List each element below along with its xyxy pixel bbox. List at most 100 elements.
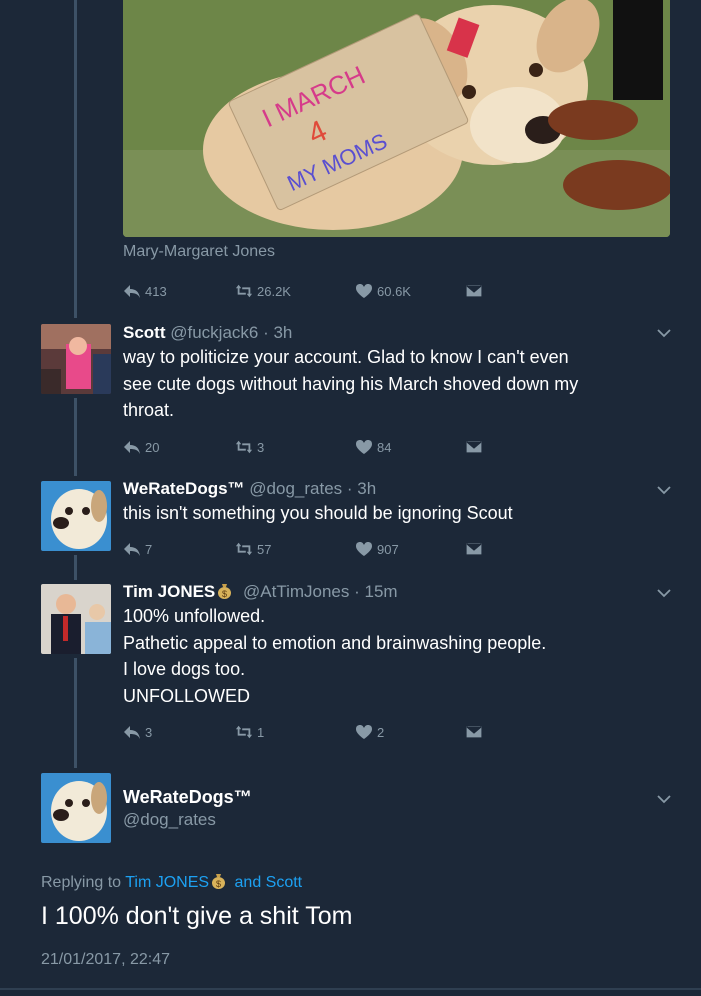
dm-icon [465,542,483,556]
author-handle[interactable]: @fuckjack6 [170,323,258,342]
chevron-down-icon[interactable] [657,588,671,598]
tweet-text: way to politicize your account. Glad to … [123,344,661,424]
dm-icon [465,440,483,454]
avatar-scott[interactable] [41,324,111,394]
replying-user-link[interactable]: Tim JONES [125,874,209,891]
avatar-image [41,481,111,551]
like-button[interactable]: 907 [355,541,399,557]
reply-count: 3 [145,724,153,740]
tweet-line: UNFOLLOWED [123,685,251,706]
retweet-button[interactable]: 26.2K [235,283,291,299]
tweet-line: see cute dogs without having his March s… [123,373,579,394]
dm-button[interactable] [465,439,483,455]
tweet-text: this isn't something you should be ignor… [123,500,661,527]
retweet-button[interactable]: 1 [235,724,264,740]
tweet-line: this isn't something you should be ignor… [123,503,513,523]
tweet-line: way to politicize your account. Glad to … [123,347,569,367]
tweet-line: Pathetic appeal to emotion and brainwash… [123,632,547,653]
retweet-icon [235,440,253,454]
author-name[interactable]: WeRateDogs™ [123,785,661,809]
thread-line-mid1 [74,398,77,476]
reply-button[interactable]: 20 [123,439,159,455]
avatar-weratedogs[interactable] [41,481,111,551]
like-count: 2 [377,724,385,740]
author-name[interactable]: WeRateDogs™ [123,479,245,498]
thread-line-mid3 [74,658,77,768]
avatar-image [41,773,111,843]
avatar-image [41,584,111,654]
money-bag-icon: $ [218,584,232,599]
tweet-line: I love dogs too. [123,659,246,679]
money-bag-icon: $ [212,874,226,889]
tweet-line: throat. [123,400,175,420]
dm-icon [465,284,483,298]
tweet-weratedogs: WeRateDogs™ @dog_rates · 3h this isn't s… [123,478,661,527]
dm-button[interactable] [465,541,483,557]
thread-line-top [74,0,77,318]
like-button[interactable]: 60.6K [355,283,411,299]
reply-icon [124,726,140,739]
chevron-down-icon[interactable] [657,485,671,495]
retweet-count: 3 [257,439,265,455]
author-name[interactable]: Scott [123,323,166,342]
reply-icon [124,543,140,556]
dog-photo-illustration: I MARCH 4 MY MOMS [123,0,670,237]
retweet-count: 26.2K [257,283,291,299]
dm-icon [465,725,483,739]
tweet-time: · 3h [263,323,293,342]
replying-prefix: Replying to [41,874,122,891]
author-name[interactable]: Tim JONES [123,582,215,601]
dm-button[interactable] [465,283,483,299]
svg-text:$: $ [222,589,227,599]
tweet-header: WeRateDogs™ @dog_rates · 3h [123,478,661,500]
avatar-timjones[interactable] [41,584,111,654]
avatar-main-weratedogs[interactable] [41,773,111,843]
thread-line-mid2 [74,555,77,580]
retweet-count: 1 [257,724,265,740]
retweet-icon [235,725,253,739]
reply-button[interactable]: 7 [123,541,152,557]
tweet-text: 100% unfollowed. Pathetic appeal to emot… [123,603,661,709]
chevron-down-icon[interactable] [657,794,671,804]
like-icon [356,284,372,298]
reply-count: 413 [145,283,167,299]
reply-count: 7 [145,541,153,557]
author-handle[interactable]: @AtTimJones [243,582,349,601]
tweet-header: Tim JONES $ @AtTimJones · 15m [123,581,661,603]
main-tweet-timestamp[interactable]: 21/01/2017, 22:47 [41,951,170,969]
reply-icon [124,441,140,454]
dm-button[interactable] [465,724,483,740]
like-button[interactable]: 84 [355,439,391,455]
chevron-down-icon[interactable] [657,328,671,338]
author-handle[interactable]: @dog_rates [249,479,342,498]
like-count: 84 [377,439,392,455]
tweet-photo[interactable]: I MARCH 4 MY MOMS [123,0,670,237]
like-count: 60.6K [377,283,411,299]
divider [0,988,701,990]
tweet-line: 100% unfollowed. [123,606,266,626]
like-icon [356,440,372,454]
retweet-count: 57 [257,541,272,557]
tweet-scott: Scott @fuckjack6 · 3h way to politicize … [123,322,661,424]
reply-button[interactable]: 413 [123,283,167,299]
retweet-button[interactable]: 57 [235,541,271,557]
reply-count: 20 [145,439,160,455]
tweet-time: · 3h [346,479,377,498]
svg-text:$: $ [216,879,221,889]
tweet-actions: 20 3 84 [123,439,503,459]
tweet-actions: 3 1 2 [123,724,503,744]
tweet-actions: 7 57 907 [123,541,503,561]
main-tweet-text: I 100% don't give a shit Tom [41,902,353,930]
like-button[interactable]: 2 [355,724,384,740]
author-handle[interactable]: @dog_rates [123,809,661,831]
tweet-time: · 15m [354,582,398,601]
photo-caption: Mary-Margaret Jones [123,243,276,260]
retweet-icon [235,542,253,556]
like-icon [356,542,372,556]
retweet-button[interactable]: 3 [235,439,264,455]
retweet-icon [235,284,253,298]
tweet-timjones: Tim JONES $ @AtTimJones · 15m 100% unfoll… [123,581,661,709]
like-icon [356,725,372,739]
reply-button[interactable]: 3 [123,724,152,740]
replying-others-link[interactable]: and Scott [235,874,303,891]
